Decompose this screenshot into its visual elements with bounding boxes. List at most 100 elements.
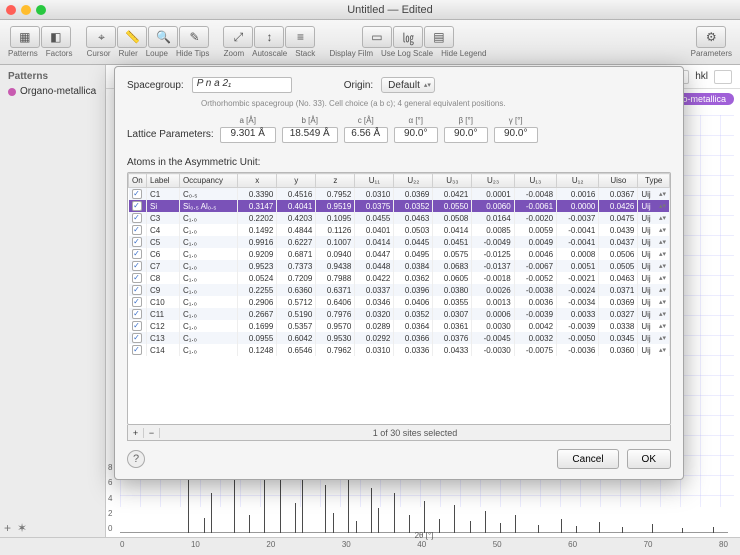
table-row[interactable]: ✓C1C₀.₅0.33900.45160.79520.03100.03690.0… bbox=[129, 188, 670, 201]
column-header[interactable]: Type bbox=[638, 174, 670, 188]
lattice-a-field[interactable]: 9.301 Å bbox=[220, 127, 276, 143]
column-header[interactable]: x bbox=[238, 174, 277, 188]
hkl-label: hkl bbox=[695, 71, 708, 82]
row-checkbox[interactable]: ✓ bbox=[132, 213, 142, 223]
close-window-icon[interactable] bbox=[6, 5, 16, 15]
row-checkbox[interactable]: ✓ bbox=[132, 285, 142, 295]
ruler-button[interactable]: 📏 bbox=[117, 26, 147, 48]
window-title: Untitled — Edited bbox=[46, 4, 734, 16]
lattice-gamma-field[interactable]: 90.0° bbox=[494, 127, 538, 143]
stack-button[interactable]: ≡ bbox=[285, 26, 315, 48]
lattice-beta-field[interactable]: 90.0° bbox=[444, 127, 488, 143]
toolbar-group-params: ⚙ Parameters bbox=[691, 26, 732, 58]
zoom-window-icon[interactable] bbox=[36, 5, 46, 15]
atoms-dialog: Spacegroup: P n a 2₁ Origin: Default▴▾ O… bbox=[114, 66, 684, 480]
toolbar: ▦ ◧ Patterns Factors ⌖ 📏 🔍 ✎ CursorRulerL… bbox=[0, 20, 740, 65]
column-header[interactable]: U₁₁ bbox=[355, 174, 394, 188]
ok-button[interactable]: OK bbox=[627, 449, 671, 469]
factors-button[interactable]: ◧ bbox=[41, 26, 71, 48]
table-row[interactable]: ✓C9C₁.₀0.22550.63600.63710.03370.03960.0… bbox=[129, 284, 670, 296]
table-row[interactable]: ✓C14C₁.₀0.12480.65460.79620.03100.03360.… bbox=[129, 344, 670, 356]
cursor-button[interactable]: ⌖ bbox=[86, 26, 116, 48]
toolbar-group-view: ⤢ ↕ ≡ ZoomAutoscaleStack bbox=[223, 26, 315, 58]
atoms-section-header: Atoms in the Asymmetric Unit: bbox=[127, 157, 671, 168]
column-header[interactable]: Label bbox=[147, 174, 180, 188]
table-status: 1 of 30 sites selected bbox=[160, 428, 670, 438]
table-row[interactable]: ✓C7C₁.₀0.95230.73730.94380.04480.03840.0… bbox=[129, 260, 670, 272]
column-header[interactable]: On bbox=[129, 174, 147, 188]
column-header[interactable]: U₁₂ bbox=[557, 174, 599, 188]
table-row[interactable]: ✓C11C₁.₀0.26670.51900.79760.03200.03520.… bbox=[129, 308, 670, 320]
table-row[interactable]: ✓C13C₁.₀0.09550.60420.95300.02920.03660.… bbox=[129, 332, 670, 344]
row-checkbox[interactable]: ✓ bbox=[132, 189, 142, 199]
use-log-scale-button[interactable]: ㏒ bbox=[393, 26, 423, 48]
row-checkbox[interactable]: ✓ bbox=[132, 201, 142, 211]
toolbar-group-sources: ▦ ◧ Patterns Factors bbox=[8, 26, 72, 58]
row-checkbox[interactable]: ✓ bbox=[132, 297, 142, 307]
autoscale-button[interactable]: ↕ bbox=[254, 26, 284, 48]
lattice-c-field[interactable]: 6.56 Å bbox=[344, 127, 388, 143]
table-row[interactable]: ✓C3C₁.₀0.22020.42030.10950.04550.04630.0… bbox=[129, 212, 670, 224]
atoms-table-wrap[interactable]: OnLabelOccupancyxyzU₁₁U₂₂U₃₃U₂₃U₁₃U₁₂Uis… bbox=[127, 172, 671, 425]
remove-atom-button[interactable]: − bbox=[144, 428, 160, 438]
patterns-label: Patterns bbox=[8, 49, 38, 58]
table-row[interactable]: ✓SiSi₀.₅ Al₀.₅0.31470.40410.95190.03750.… bbox=[129, 200, 670, 212]
column-header[interactable]: Uiso bbox=[599, 174, 638, 188]
titlebar: Untitled — Edited bbox=[0, 0, 740, 20]
row-checkbox[interactable]: ✓ bbox=[132, 261, 142, 271]
toolbar-group-tools: ⌖ 📏 🔍 ✎ CursorRulerLoupeHide Tips bbox=[86, 26, 209, 58]
zoom-button[interactable]: ⤢ bbox=[223, 26, 253, 48]
row-checkbox[interactable]: ✓ bbox=[132, 345, 142, 355]
lattice-params: Lattice Parameters: a [Å]9.301 Å b [Å]18… bbox=[127, 116, 671, 143]
patterns-button[interactable]: ▦ bbox=[10, 26, 40, 48]
loupe-button[interactable]: 🔍 bbox=[148, 26, 178, 48]
atoms-table[interactable]: OnLabelOccupancyxyzU₁₁U₂₂U₃₃U₂₃U₁₃U₁₂Uis… bbox=[128, 173, 670, 356]
row-checkbox[interactable]: ✓ bbox=[132, 309, 142, 319]
minimize-window-icon[interactable] bbox=[21, 5, 31, 15]
lattice-label: Lattice Parameters: bbox=[127, 129, 214, 140]
table-row[interactable]: ✓C12C₁.₀0.16990.53570.95700.02890.03640.… bbox=[129, 320, 670, 332]
parameters-button[interactable]: ⚙ bbox=[696, 26, 726, 48]
plot-xticks: 01020304050607080 bbox=[120, 540, 728, 549]
add-pattern-button[interactable]: + bbox=[4, 521, 11, 535]
sidebar-action-icon[interactable]: ✶ bbox=[17, 521, 27, 535]
table-row[interactable]: ✓C4C₁.₀0.14920.48440.11260.04010.05030.0… bbox=[129, 224, 670, 236]
spacegroup-label: Spacegroup: bbox=[127, 80, 184, 91]
column-header[interactable]: Occupancy bbox=[179, 174, 237, 188]
column-header[interactable]: U₁₃ bbox=[514, 174, 556, 188]
table-row[interactable]: ✓C8C₁.₀0.05240.72090.79880.04220.03620.0… bbox=[129, 272, 670, 284]
cancel-button[interactable]: Cancel bbox=[557, 449, 618, 469]
row-checkbox[interactable]: ✓ bbox=[132, 321, 142, 331]
column-header[interactable]: y bbox=[277, 174, 316, 188]
origin-label: Origin: bbox=[344, 80, 373, 91]
row-checkbox[interactable]: ✓ bbox=[132, 237, 142, 247]
table-row[interactable]: ✓C5C₁.₀0.99160.62270.10070.04140.04450.0… bbox=[129, 236, 670, 248]
hidetips-button[interactable]: ✎ bbox=[179, 26, 209, 48]
sidebar-item-organo[interactable]: Organo-metallica bbox=[0, 84, 105, 99]
row-checkbox[interactable]: ✓ bbox=[132, 273, 142, 283]
plot-x-label: 2θ [°] bbox=[120, 531, 728, 540]
factors-label: Factors bbox=[46, 49, 73, 58]
column-header[interactable]: U₂₃ bbox=[472, 174, 514, 188]
row-checkbox[interactable]: ✓ bbox=[132, 333, 142, 343]
pattern-color-icon bbox=[8, 88, 16, 96]
column-header[interactable]: z bbox=[316, 174, 355, 188]
add-atom-button[interactable]: + bbox=[128, 428, 144, 438]
table-row[interactable]: ✓C10C₁.₀0.29060.57120.64060.03460.04060.… bbox=[129, 296, 670, 308]
lattice-alpha-field[interactable]: 90.0° bbox=[394, 127, 438, 143]
toolbar-group-display: ▭ ㏒ ▤ Display FilmUse Log ScaleHide Lege… bbox=[329, 26, 486, 58]
help-button[interactable]: ? bbox=[127, 450, 145, 468]
row-checkbox[interactable]: ✓ bbox=[132, 225, 142, 235]
hkl-field[interactable] bbox=[714, 70, 732, 84]
row-checkbox[interactable]: ✓ bbox=[132, 249, 142, 259]
display-film-button[interactable]: ▭ bbox=[362, 26, 392, 48]
hide-legend-button[interactable]: ▤ bbox=[424, 26, 454, 48]
spacegroup-field[interactable]: P n a 2₁ bbox=[192, 77, 292, 93]
column-header[interactable]: U₂₂ bbox=[394, 174, 433, 188]
column-header[interactable]: U₃₃ bbox=[433, 174, 472, 188]
sidebar: Patterns Organo-metallica + ✶ bbox=[0, 65, 106, 537]
table-row[interactable]: ✓C6C₁.₀0.92090.68710.09400.04470.04950.0… bbox=[129, 248, 670, 260]
lattice-b-field[interactable]: 18.549 Å bbox=[282, 127, 338, 143]
spacegroup-note: Orthorhombic spacegroup (No. 33). Cell c… bbox=[201, 99, 671, 108]
origin-select[interactable]: Default▴▾ bbox=[381, 77, 435, 93]
